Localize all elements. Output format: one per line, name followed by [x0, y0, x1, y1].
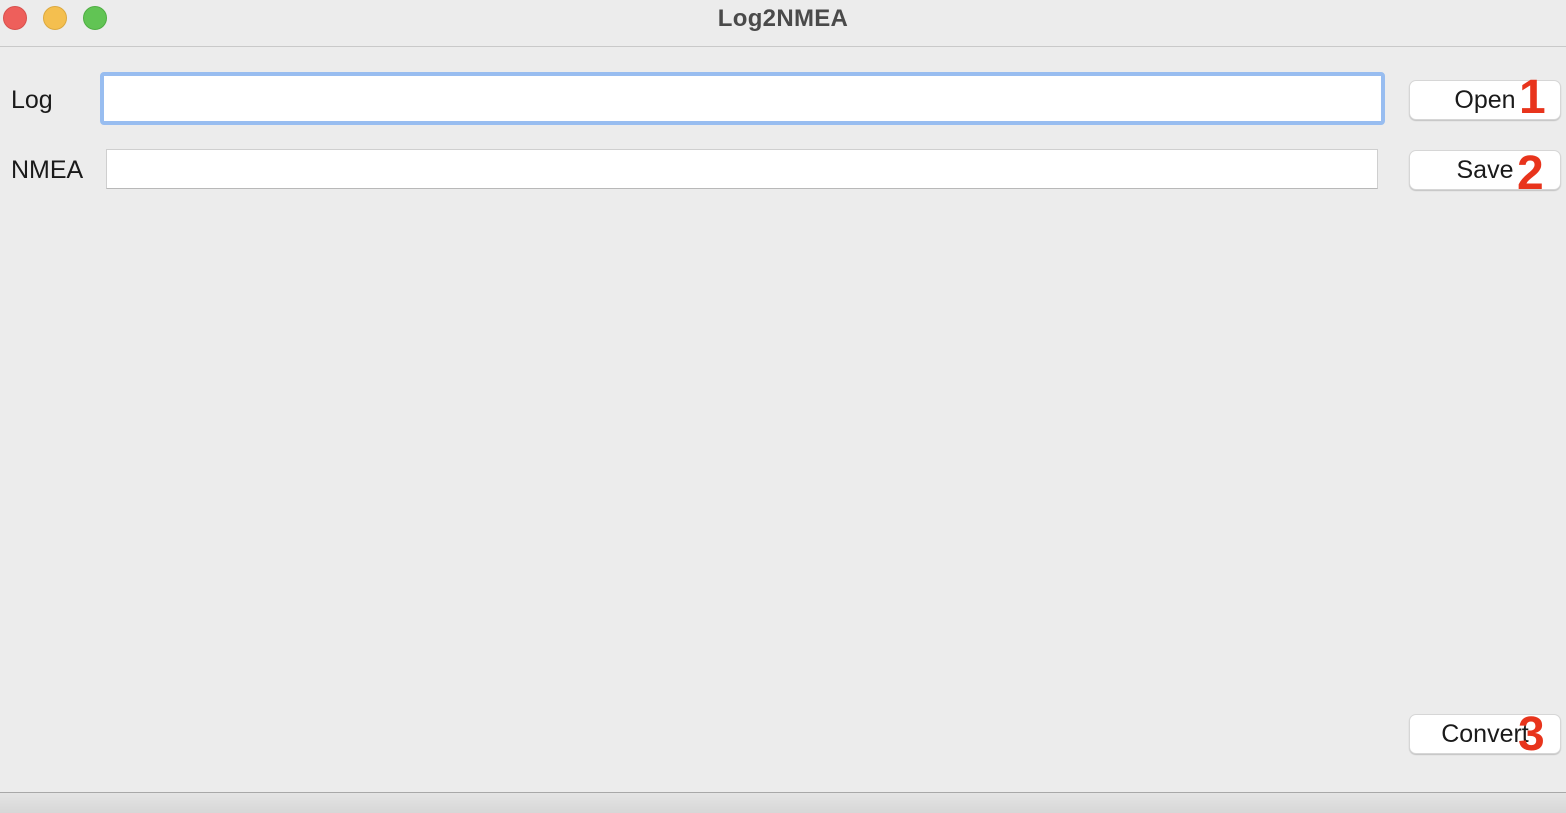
step-1-annotation: 1 [1519, 71, 1546, 124]
log-path-input[interactable] [100, 72, 1385, 125]
window-title: Log2NMEA [717, 5, 849, 32]
step-2-annotation: 2 [1517, 147, 1544, 200]
title-bar[interactable]: Log2NMEA [0, 0, 1566, 47]
log-label: Log [11, 86, 53, 114]
step-3-annotation: 3 [1518, 708, 1545, 761]
nmea-label: NMEA [11, 156, 84, 184]
status-bar [0, 792, 1566, 813]
app-window: Log2NMEA Log NMEA Open Save Convert 1 2 … [0, 0, 1566, 813]
nmea-path-input[interactable] [106, 149, 1378, 189]
